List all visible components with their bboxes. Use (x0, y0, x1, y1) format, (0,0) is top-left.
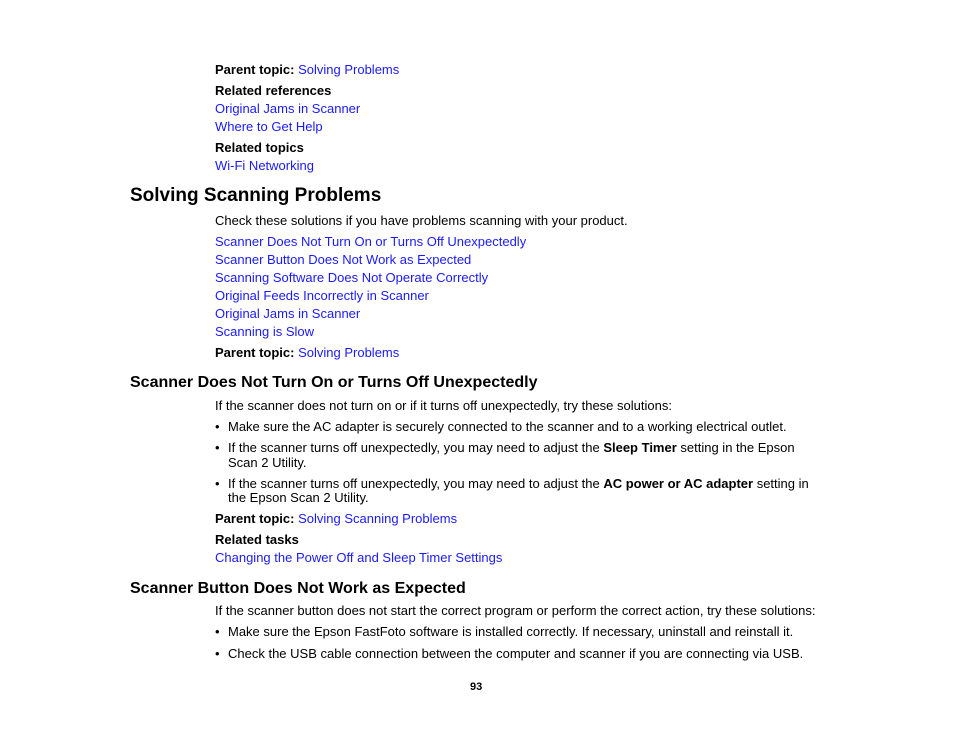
parent-topic-link[interactable]: Solving Scanning Problems (298, 511, 457, 526)
parent-topic-label: Parent topic: (215, 345, 295, 360)
bullet-icon: • (215, 419, 220, 434)
parent-topic-link[interactable]: Solving Problems (298, 345, 399, 360)
bullet-icon: • (215, 624, 220, 639)
topic-link[interactable]: Scanning Software Does Not Operate Corre… (215, 270, 488, 285)
sleep-timer-setting: Sleep Timer (603, 440, 677, 455)
bullet-item: If the scanner turns off unexpectedly, y… (228, 476, 809, 491)
bullet-text: setting in (753, 476, 809, 491)
parent-topic-label: Parent topic: (215, 62, 295, 77)
bullet-text: setting in the Epson (676, 440, 795, 455)
related-references-heading: Related references (215, 83, 332, 98)
parent-topic-label: Parent topic: (215, 511, 295, 526)
section-title-scanner-does-not-turn-on: Scanner Does Not Turn On or Turns Off Un… (130, 374, 538, 391)
bullet-item: Check the USB cable connection between t… (228, 646, 804, 661)
related-topics-heading: Related topics (215, 140, 304, 155)
topic-link[interactable]: Scanner Button Does Not Work as Expected (215, 252, 471, 267)
section-title-solving-scanning-problems: Solving Scanning Problems (130, 185, 382, 206)
related-reference-link[interactable]: Original Jams in Scanner (215, 101, 360, 116)
parent-topic-link[interactable]: Solving Problems (298, 62, 399, 77)
parent-topic-line: Parent topic: Solving Problems (215, 345, 399, 360)
ac-power-setting: AC power or AC adapter (603, 476, 754, 491)
parent-topic-line: Parent topic: Solving Scanning Problems (215, 511, 457, 526)
bullet-item-continued: Scan 2 Utility. (228, 455, 307, 470)
bullet-text: If the scanner turns off unexpectedly, y… (228, 440, 604, 455)
page-number: 93 (470, 681, 483, 693)
topic-link[interactable]: Scanning is Slow (215, 324, 314, 339)
related-tasks-heading: Related tasks (215, 532, 299, 547)
section-intro: If the scanner does not turn on or if it… (215, 398, 672, 413)
bullet-icon: • (215, 440, 220, 455)
related-task-link[interactable]: Changing the Power Off and Sleep Timer S… (215, 550, 502, 565)
bullet-text: If the scanner turns off unexpectedly, y… (228, 476, 604, 491)
topic-link[interactable]: Scanner Does Not Turn On or Turns Off Un… (215, 234, 526, 249)
topic-link[interactable]: Original Feeds Incorrectly in Scanner (215, 288, 429, 303)
topic-link[interactable]: Original Jams in Scanner (215, 306, 360, 321)
bullet-item: Make sure the AC adapter is securely con… (228, 419, 787, 434)
parent-topic-line: Parent topic: Solving Problems (215, 62, 399, 77)
bullet-icon: • (215, 476, 220, 491)
section-intro: Check these solutions if you have proble… (215, 213, 628, 228)
section-title-scanner-button: Scanner Button Does Not Work as Expected (130, 580, 466, 597)
bullet-item: Make sure the Epson FastFoto software is… (228, 624, 794, 639)
related-reference-link[interactable]: Where to Get Help (215, 119, 323, 134)
bullet-item: If the scanner turns off unexpectedly, y… (228, 440, 795, 455)
section-intro: If the scanner button does not start the… (215, 603, 816, 618)
bullet-icon: • (215, 646, 220, 661)
related-topic-link[interactable]: Wi-Fi Networking (215, 158, 314, 173)
bullet-item-continued: the Epson Scan 2 Utility. (228, 490, 369, 505)
